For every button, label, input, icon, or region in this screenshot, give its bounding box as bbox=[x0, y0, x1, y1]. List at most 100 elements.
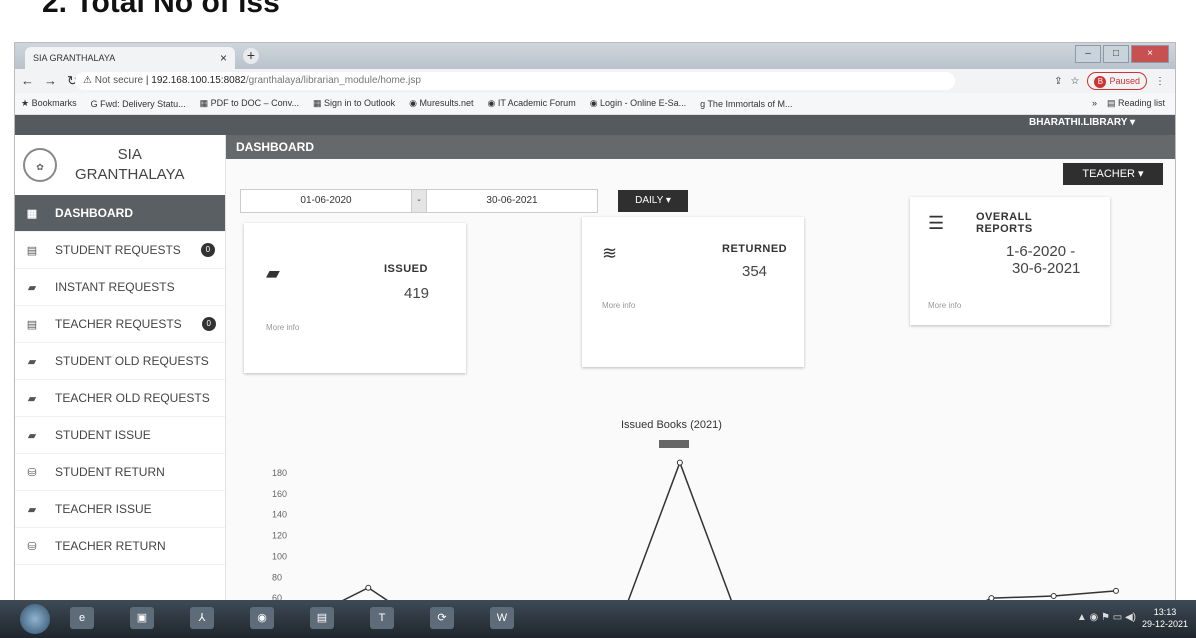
bookmarks-bar: ★ Bookmarks G Fwd: Delivery Statu... ▦ P… bbox=[15, 93, 1175, 115]
menu-item-icon: ▰ bbox=[27, 355, 37, 368]
new-tab-button[interactable]: + bbox=[243, 48, 259, 64]
sidebar-item-teacher-old-requests[interactable]: ▰ TEACHER OLD REQUESTS bbox=[15, 380, 225, 417]
taskbar: e ▣ ⅄ ◉ ▤ T ⟳ W ▲ ◉ ⚑ ▭ ◀) 13:13 29-12-2021 bbox=[0, 600, 1196, 638]
data-point[interactable] bbox=[676, 459, 683, 466]
sidebar-item-dashboard[interactable]: ▦ DASHBOARD bbox=[15, 195, 225, 232]
sidebar-item-student-old-requests[interactable]: ▰ STUDENT OLD REQUESTS bbox=[15, 343, 225, 380]
profile-paused-button[interactable]: B Paused bbox=[1087, 72, 1147, 90]
sidebar-item-label: TEACHER OLD REQUESTS bbox=[55, 391, 210, 405]
menu-item-icon: ⛁ bbox=[27, 540, 37, 553]
logo: ✿ bbox=[23, 148, 57, 182]
forward-icon[interactable]: → bbox=[44, 73, 57, 89]
paused-label: Paused bbox=[1109, 76, 1140, 86]
y-tick-label: 160 bbox=[272, 489, 287, 499]
taskbar-app-icon[interactable]: ⟳ bbox=[430, 607, 454, 629]
data-point[interactable] bbox=[1050, 593, 1057, 600]
window-controls: – □ × bbox=[1075, 45, 1169, 63]
bookmark-item[interactable]: ◉ Muresults.net bbox=[409, 98, 473, 109]
taskbar-app-icon[interactable]: ⅄ bbox=[190, 607, 214, 629]
sidebar-item-label: TEACHER REQUESTS bbox=[55, 317, 182, 331]
menu-item-icon: ▰ bbox=[27, 503, 37, 516]
url-path: /granthalaya/librarian_module/home.jsp bbox=[245, 75, 421, 86]
star-icon[interactable]: ☆ bbox=[1071, 76, 1080, 87]
nav-controls: ← → ↻ bbox=[21, 73, 78, 89]
count-badge: 0 bbox=[200, 243, 215, 257]
sidebar-item-label: STUDENT REQUESTS bbox=[55, 243, 181, 257]
bookmark-item[interactable]: ◉ IT Academic Forum bbox=[487, 98, 575, 109]
address-bar-row: ← → ↻ ⚠ Not secure | 192.168.100.15:8082… bbox=[15, 69, 1175, 93]
sidebar-item-student-return[interactable]: ⛁ STUDENT RETURN bbox=[15, 454, 225, 491]
menu-kebab-icon[interactable]: ⋮ bbox=[1155, 76, 1165, 87]
menu-item-icon: ▤ bbox=[26, 244, 38, 257]
sidebar-item-instant-requests[interactable]: ▰ INSTANT REQUESTS bbox=[15, 269, 225, 306]
taskbar-app-icon[interactable]: ▣ bbox=[130, 607, 154, 629]
tab-close-icon[interactable]: × bbox=[220, 47, 227, 69]
sidebar-item-label: STUDENT ISSUE bbox=[55, 428, 151, 442]
count-badge: 0 bbox=[201, 317, 216, 331]
taskbar-app-icon[interactable]: e bbox=[70, 607, 94, 629]
data-point[interactable] bbox=[365, 584, 372, 591]
back-icon[interactable]: ← bbox=[21, 73, 34, 89]
minimize-button[interactable]: – bbox=[1075, 45, 1101, 63]
sidebar-item-teacher-issue[interactable]: ▰ TEACHER ISSUE bbox=[15, 491, 225, 528]
document-heading: 2. Total No of iss bbox=[42, 0, 280, 19]
browser-titlebar: SIA GRANTHALAYA × + – □ × bbox=[15, 43, 1175, 69]
menu-item-icon: ▤ bbox=[26, 318, 38, 331]
sidebar-item-label: TEACHER ISSUE bbox=[55, 502, 152, 516]
browser-tab[interactable]: SIA GRANTHALAYA × bbox=[25, 47, 235, 69]
sidebar-item-teacher-return[interactable]: ⛁ TEACHER RETURN bbox=[15, 528, 225, 565]
browser-window: SIA GRANTHALAYA × + – □ × ← → ↻ ⚠ Not se… bbox=[14, 42, 1176, 604]
url-host: 192.168.100.15:8082 bbox=[151, 75, 246, 86]
tab-title: SIA GRANTHALAYA bbox=[33, 53, 116, 63]
sidebar-item-student-requests[interactable]: ▤ STUDENT REQUESTS 0 bbox=[15, 232, 225, 269]
sidebar-item-label: DASHBOARD bbox=[55, 206, 133, 220]
share-icon[interactable]: ⇪ bbox=[1054, 76, 1062, 87]
y-tick-label: 180 bbox=[272, 468, 287, 478]
sidebar-item-label: STUDENT OLD REQUESTS bbox=[55, 354, 209, 368]
close-window-button[interactable]: × bbox=[1131, 45, 1169, 63]
bookmarks-right: » ▤ Reading list bbox=[1092, 98, 1165, 109]
bookmark-star-item[interactable]: ★ Bookmarks bbox=[21, 98, 77, 109]
system-tray[interactable]: ▲ ◉ ⚑ ▭ ◀) bbox=[1077, 612, 1136, 623]
menu-item-icon: ▰ bbox=[27, 281, 37, 294]
brand-name: SIA GRANTHALAYA bbox=[75, 146, 185, 183]
sidebar-item-label: INSTANT REQUESTS bbox=[55, 280, 175, 294]
bookmark-item[interactable]: ▦ PDF to DOC – Conv... bbox=[200, 98, 299, 109]
more-bookmarks-button[interactable]: » bbox=[1092, 98, 1097, 109]
y-tick-label: 80 bbox=[272, 572, 282, 582]
sidebar-item-label: TEACHER RETURN bbox=[55, 539, 166, 553]
bookmark-item[interactable]: ◉ Login - Online E-Sa... bbox=[590, 98, 686, 109]
toolbar-right: ⇪ ☆ B Paused ⋮ bbox=[1054, 72, 1165, 90]
issued-books-chart: 406080100120140160180 bbox=[272, 459, 1119, 603]
y-tick-label: 120 bbox=[272, 531, 287, 541]
start-button[interactable] bbox=[20, 604, 50, 634]
taskbar-app-icon[interactable]: W bbox=[490, 607, 514, 629]
main-content: DASHBOARD TEACHER ▾ 01-06-2020 - 30-06-2… bbox=[226, 135, 1175, 603]
taskbar-app-icon[interactable]: ◉ bbox=[250, 607, 274, 629]
menu-item-icon: ▦ bbox=[26, 207, 38, 220]
clock[interactable]: 13:13 29-12-2021 bbox=[1142, 606, 1188, 630]
bookmark-item[interactable]: g The Immortals of M... bbox=[700, 99, 792, 109]
bookmark-item[interactable]: ▦ Sign in to Outlook bbox=[313, 98, 395, 109]
y-tick-label: 140 bbox=[272, 510, 287, 520]
app-header: BHARATHI.LIBRARY ▾ bbox=[15, 115, 1175, 135]
sidebar-item-teacher-requests[interactable]: ▤ TEACHER REQUESTS 0 bbox=[15, 306, 225, 343]
taskbar-app-icon[interactable]: T bbox=[370, 607, 394, 629]
bookmark-item[interactable]: G Fwd: Delivery Statu... bbox=[91, 99, 186, 109]
reading-list-button[interactable]: ▤ Reading list bbox=[1107, 98, 1165, 109]
warning-icon: ⚠ bbox=[83, 75, 92, 86]
sidebar-nav: ▦ DASHBOARD ▤ STUDENT REQUESTS 0 ▰ INSTANT REQ… bbox=[15, 195, 225, 565]
menu-item-icon: ⛁ bbox=[27, 466, 37, 479]
taskbar-app-icon[interactable]: ▤ bbox=[310, 607, 334, 629]
y-tick-label: 100 bbox=[272, 551, 287, 561]
sidebar: ✿ SIA GRANTHALAYA ▦ DASHBOARD ▤ STUDENT REQ… bbox=[15, 135, 226, 603]
user-menu-button[interactable]: BHARATHI.LIBRARY ▾ bbox=[1029, 117, 1135, 128]
brand: ✿ SIA GRANTHALAYA bbox=[15, 135, 225, 195]
avatar: B bbox=[1094, 76, 1107, 88]
maximize-button[interactable]: □ bbox=[1103, 45, 1129, 63]
sidebar-item-student-issue[interactable]: ▰ STUDENT ISSUE bbox=[15, 417, 225, 454]
menu-item-icon: ▰ bbox=[27, 429, 37, 442]
series-line bbox=[336, 460, 1117, 603]
url-input[interactable]: ⚠ Not secure | 192.168.100.15:8082/grant… bbox=[75, 72, 955, 90]
data-point[interactable] bbox=[1113, 587, 1119, 594]
